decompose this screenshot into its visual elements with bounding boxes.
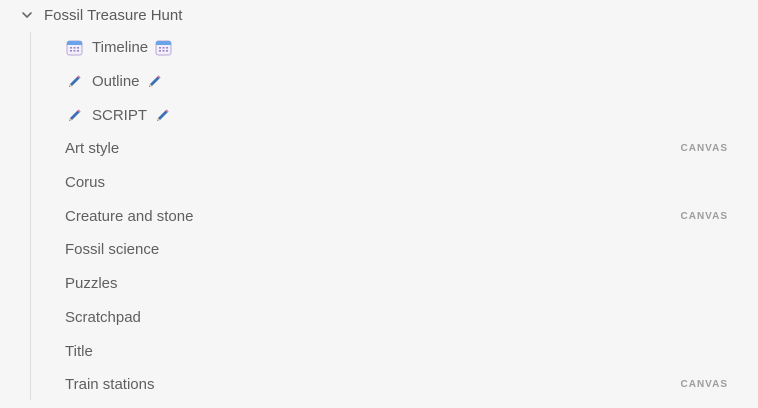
file-item-scratchpad[interactable]: Scratchpad	[0, 301, 758, 335]
file-item-text: SCRIPT	[92, 106, 148, 124]
file-item-fossil-science[interactable]: Fossil science	[0, 233, 758, 267]
calendar-icon	[65, 39, 83, 57]
canvas-badge: CANVAS	[680, 210, 728, 222]
file-item-text: Timeline	[92, 39, 149, 57]
file-item-label: Art style	[65, 140, 120, 158]
file-item-title[interactable]: Title	[0, 334, 758, 368]
file-item-text: Outline	[92, 73, 140, 91]
chevron-down-icon[interactable]	[20, 8, 34, 22]
file-item-art-style[interactable]: Art style CANVAS	[0, 132, 758, 166]
file-tree: Fossil Treasure Hunt Timeline Outline SC…	[0, 0, 758, 408]
canvas-badge: CANVAS	[680, 379, 728, 391]
file-item-timeline[interactable]: Timeline	[0, 31, 758, 65]
file-item-label: Puzzles	[65, 275, 118, 293]
file-item-puzzles[interactable]: Puzzles	[0, 267, 758, 301]
file-list: Timeline Outline SCRIPT Art style CANVAS…	[0, 31, 758, 402]
folder-title: Fossil Treasure Hunt	[44, 6, 183, 24]
file-item-label: Fossil science	[65, 241, 160, 259]
pencil-icon	[65, 73, 83, 91]
pencil-icon	[65, 106, 83, 124]
file-item-outline[interactable]: Outline	[0, 65, 758, 99]
file-item-script[interactable]: SCRIPT	[0, 98, 758, 132]
file-item-label: Corus	[65, 174, 106, 192]
file-item-label: Outline	[65, 73, 164, 91]
calendar-icon	[154, 39, 172, 57]
pencil-icon	[153, 106, 171, 124]
pencil-icon	[146, 73, 164, 91]
file-item-corus[interactable]: Corus	[0, 166, 758, 200]
folder-fossil-treasure-hunt[interactable]: Fossil Treasure Hunt	[20, 3, 182, 27]
canvas-badge: CANVAS	[680, 143, 728, 155]
file-item-label: Timeline	[65, 39, 172, 57]
file-item-label: Title	[65, 342, 93, 360]
file-item-creature-and-stone[interactable]: Creature and stone CANVAS	[0, 199, 758, 233]
file-item-train-stations[interactable]: Train stations CANVAS	[0, 368, 758, 402]
file-item-label: Creature and stone	[65, 207, 194, 225]
file-item-label: SCRIPT	[65, 106, 171, 124]
file-item-label: Train stations	[65, 376, 155, 394]
file-item-label: Scratchpad	[65, 308, 141, 326]
